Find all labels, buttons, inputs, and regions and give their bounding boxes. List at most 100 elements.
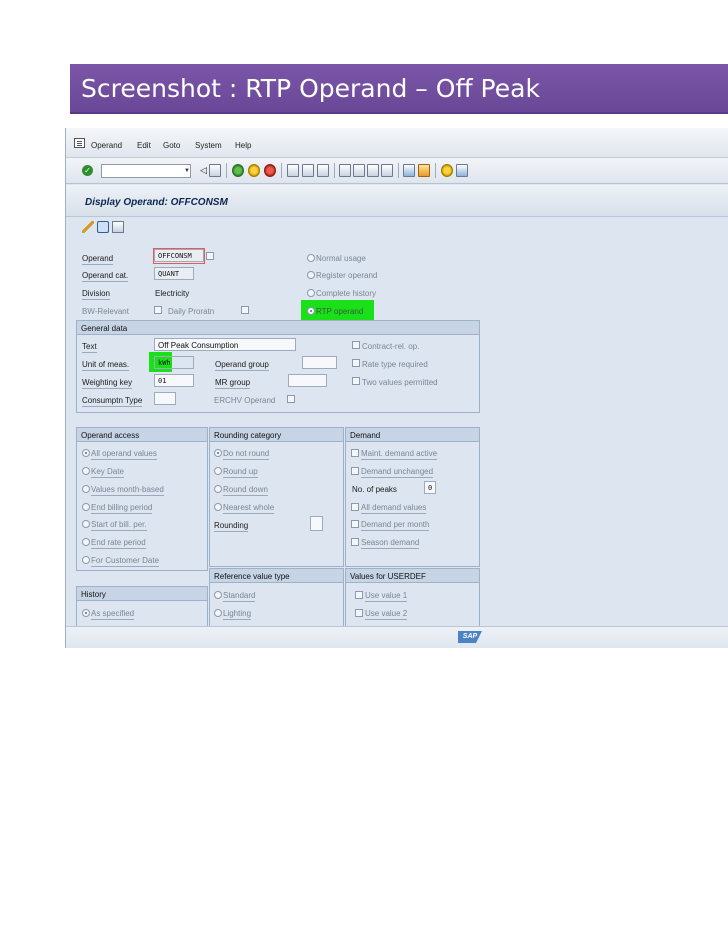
start-bill-per-radio[interactable] [82, 520, 90, 528]
demand-per-month-checkbox[interactable] [351, 520, 359, 528]
for-customer-date-label: For Customer Date [91, 556, 160, 567]
menu-system[interactable]: System [195, 141, 222, 150]
values-month-based-label: Values month-based [91, 485, 164, 496]
layout-menu-icon[interactable] [456, 164, 468, 177]
operand-group-field[interactable] [302, 356, 337, 369]
demand-title: Demand [346, 428, 479, 442]
mr-group-field[interactable] [288, 374, 327, 387]
complete-history-label: Complete history [316, 289, 377, 298]
as-specified-radio[interactable] [82, 609, 90, 617]
shortcut-icon[interactable] [418, 164, 430, 177]
two-values-label: Two values permitted [362, 378, 438, 387]
erchv-operand-checkbox[interactable] [287, 395, 295, 403]
nearest-whole-radio[interactable] [214, 503, 222, 511]
demand-unchanged-checkbox[interactable] [351, 467, 359, 475]
round-down-radio[interactable] [214, 485, 222, 493]
history-title: History [77, 587, 207, 601]
end-billing-period-label: End billing period [91, 503, 153, 514]
new-session-icon[interactable] [403, 164, 415, 177]
use-value-1-checkbox[interactable] [355, 591, 363, 599]
no-of-peaks-field[interactable]: 0 [424, 481, 436, 494]
register-operand-radio[interactable] [307, 271, 315, 279]
operand-label: Operand [82, 254, 114, 265]
chevron-down-icon[interactable]: ▼ [182, 164, 192, 178]
consumptn-type-field[interactable] [154, 392, 176, 405]
maint-demand-checkbox[interactable] [351, 449, 359, 457]
other-object-icon[interactable] [97, 221, 109, 233]
text-field[interactable]: Off Peak Consumption [154, 338, 296, 351]
maint-demand-label: Maint. demand active [361, 449, 438, 460]
back-icon[interactable] [232, 164, 244, 177]
complete-history-radio[interactable] [307, 289, 315, 297]
help-icon[interactable] [441, 164, 453, 177]
two-values-checkbox[interactable] [352, 377, 360, 385]
last-page-icon[interactable] [381, 164, 393, 177]
userdef-title: Values for USERDEF [346, 569, 479, 583]
find-icon[interactable] [302, 164, 314, 177]
consumptn-type-label: Consumptn Type [82, 396, 143, 407]
cancel-icon[interactable] [264, 164, 276, 177]
operand-access-title: Operand access [77, 428, 207, 442]
first-page-icon[interactable] [339, 164, 351, 177]
menu-edit[interactable]: Edit [137, 141, 151, 150]
menu-goto[interactable]: Goto [163, 141, 180, 150]
standard-radio[interactable] [214, 591, 222, 599]
rounding-field[interactable] [310, 516, 323, 531]
normal-usage-radio[interactable] [307, 254, 315, 262]
enter-check-icon[interactable]: ✓ [82, 165, 93, 176]
previous-page-icon[interactable] [353, 164, 365, 177]
menu-help[interactable]: Help [235, 141, 251, 150]
standard-label: Standard [223, 591, 256, 602]
as-specified-label: As specified [91, 609, 135, 620]
rounding-category-group: Rounding category [209, 427, 344, 567]
navigate-icon[interactable] [112, 221, 124, 233]
do-not-round-radio[interactable] [214, 449, 222, 457]
screen-title-bar: Display Operand: OFFCONSM [66, 185, 728, 217]
status-bar [66, 626, 728, 648]
exit-icon[interactable] [248, 164, 260, 177]
do-not-round-label: Do not round [223, 449, 270, 460]
command-field[interactable] [101, 164, 191, 178]
rate-type-checkbox[interactable] [352, 359, 360, 367]
menu-operand[interactable]: Operand [91, 141, 122, 150]
contract-rel-label: Contract-rel. op. [362, 342, 420, 351]
all-demand-values-label: All demand values [361, 503, 427, 514]
rtp-operand-label: RTP operand [316, 307, 364, 316]
operand-field[interactable]: OFFCONSM [154, 249, 204, 262]
bw-relevant-checkbox[interactable] [154, 306, 162, 314]
weighting-key-label: Weighting key [82, 378, 133, 389]
key-date-radio[interactable] [82, 467, 90, 475]
print-icon[interactable] [287, 164, 299, 177]
window-menu-icon[interactable] [74, 138, 85, 148]
display-change-icon[interactable] [82, 221, 94, 233]
daily-proratn-checkbox[interactable] [241, 306, 249, 314]
weighting-key-field[interactable]: 01 [154, 374, 194, 387]
season-demand-label: Season demand [361, 538, 420, 549]
menu-bar: Operand Edit Goto System Help [66, 128, 728, 158]
next-page-icon[interactable] [367, 164, 379, 177]
operand-cat-label: Operand cat. [82, 271, 129, 282]
rtp-operand-radio[interactable] [307, 307, 315, 315]
contract-rel-checkbox[interactable] [352, 341, 360, 349]
operand-cat-field[interactable]: QUANT [154, 267, 194, 280]
use-value-2-checkbox[interactable] [355, 609, 363, 617]
normal-usage-label: Normal usage [316, 254, 366, 263]
use-value-2-label: Use value 2 [365, 609, 408, 620]
lighting-label: Lighting [223, 609, 252, 620]
save-icon[interactable] [209, 164, 221, 177]
find-next-icon[interactable] [317, 164, 329, 177]
lighting-radio[interactable] [214, 609, 222, 617]
general-data-title: General data [77, 321, 479, 335]
round-up-radio[interactable] [214, 467, 222, 475]
season-demand-checkbox[interactable] [351, 538, 359, 546]
operand-search-help-button[interactable] [206, 252, 214, 260]
mr-group-label: MR group [215, 378, 251, 389]
unit-field[interactable]: kWh [154, 356, 194, 369]
standard-toolbar: ✓ ▼ ◁ [66, 158, 728, 184]
all-operand-values-radio[interactable] [82, 449, 90, 457]
values-month-based-radio[interactable] [82, 485, 90, 493]
end-rate-period-radio[interactable] [82, 538, 90, 546]
end-billing-period-radio[interactable] [82, 503, 90, 511]
all-demand-values-checkbox[interactable] [351, 503, 359, 511]
for-customer-date-radio[interactable] [82, 556, 90, 564]
